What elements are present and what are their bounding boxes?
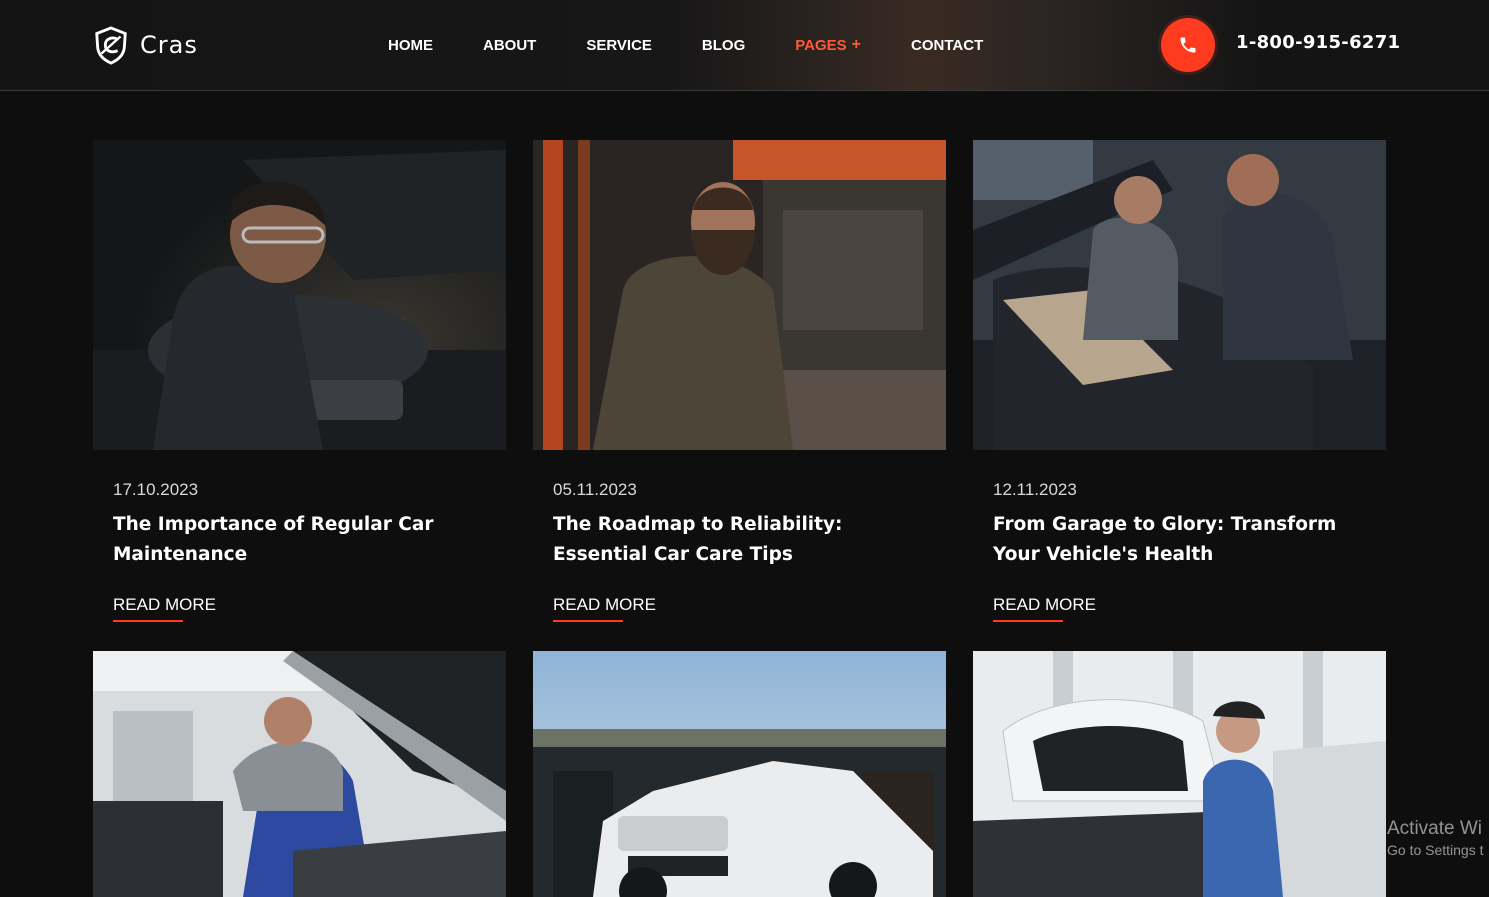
post-title[interactable]: From Garage to Glory: Transform Your Veh… [993, 510, 1373, 570]
nav-blog[interactable]: BLOG [702, 36, 745, 54]
blog-card-image[interactable] [533, 651, 946, 897]
nav-about[interactable]: ABOUT [483, 36, 536, 54]
phone-call-button[interactable] [1161, 18, 1215, 72]
post-date: 05.11.2023 [553, 480, 637, 499]
read-more-link[interactable]: READ MORE [993, 595, 1096, 615]
brand-logo[interactable]: Cras [92, 25, 198, 65]
read-more-underline [113, 620, 183, 622]
blog-card: 05.11.2023 The Roadmap to Reliability: E… [533, 140, 946, 630]
watermark-line-1: Activate Wi [1387, 818, 1483, 839]
nav-pages-label: PAGES [795, 36, 847, 54]
read-more-underline [553, 620, 623, 622]
post-date: 12.11.2023 [993, 480, 1077, 499]
phone-icon [1180, 37, 1196, 53]
read-more-link[interactable]: READ MORE [553, 595, 656, 615]
read-more-link[interactable]: READ MORE [113, 595, 216, 615]
blog-card [93, 651, 506, 897]
blog-card-image[interactable] [533, 140, 946, 450]
main-nav: HOME ABOUT SERVICE BLOG PAGES + CONTACT [388, 36, 1033, 54]
blog-card-image[interactable] [93, 651, 506, 897]
nav-contact[interactable]: CONTACT [911, 36, 983, 54]
blog-card: 17.10.2023 The Importance of Regular Car… [93, 140, 506, 630]
blog-card-image[interactable] [93, 140, 506, 450]
blog-card-image[interactable] [973, 140, 1386, 450]
watermark-line-2: Go to Settings t [1387, 842, 1484, 858]
activation-watermark: Activate Wi Go to Settings t [1387, 818, 1484, 858]
nav-service[interactable]: SERVICE [586, 36, 652, 54]
nav-pages[interactable]: PAGES + [795, 36, 861, 54]
blog-card-image[interactable] [973, 651, 1386, 897]
nav-home[interactable]: HOME [388, 36, 433, 54]
shield-logo-icon [95, 26, 127, 65]
plus-icon: + [851, 36, 862, 53]
brand-name: Cras [140, 31, 198, 59]
blog-card [533, 651, 946, 897]
phone-number-link[interactable]: 1-800-915-6271 [1236, 32, 1400, 53]
blog-card: 12.11.2023 From Garage to Glory: Transfo… [973, 140, 1386, 630]
post-date: 17.10.2023 [113, 480, 199, 499]
read-more-underline [993, 620, 1063, 622]
site-header: Cras HOME ABOUT SERVICE BLOG PAGES + CON… [0, 0, 1489, 91]
blog-card [973, 651, 1386, 897]
post-title[interactable]: The Importance of Regular Car Maintenanc… [113, 510, 493, 570]
post-title[interactable]: The Roadmap to Reliability: Essential Ca… [553, 510, 933, 570]
